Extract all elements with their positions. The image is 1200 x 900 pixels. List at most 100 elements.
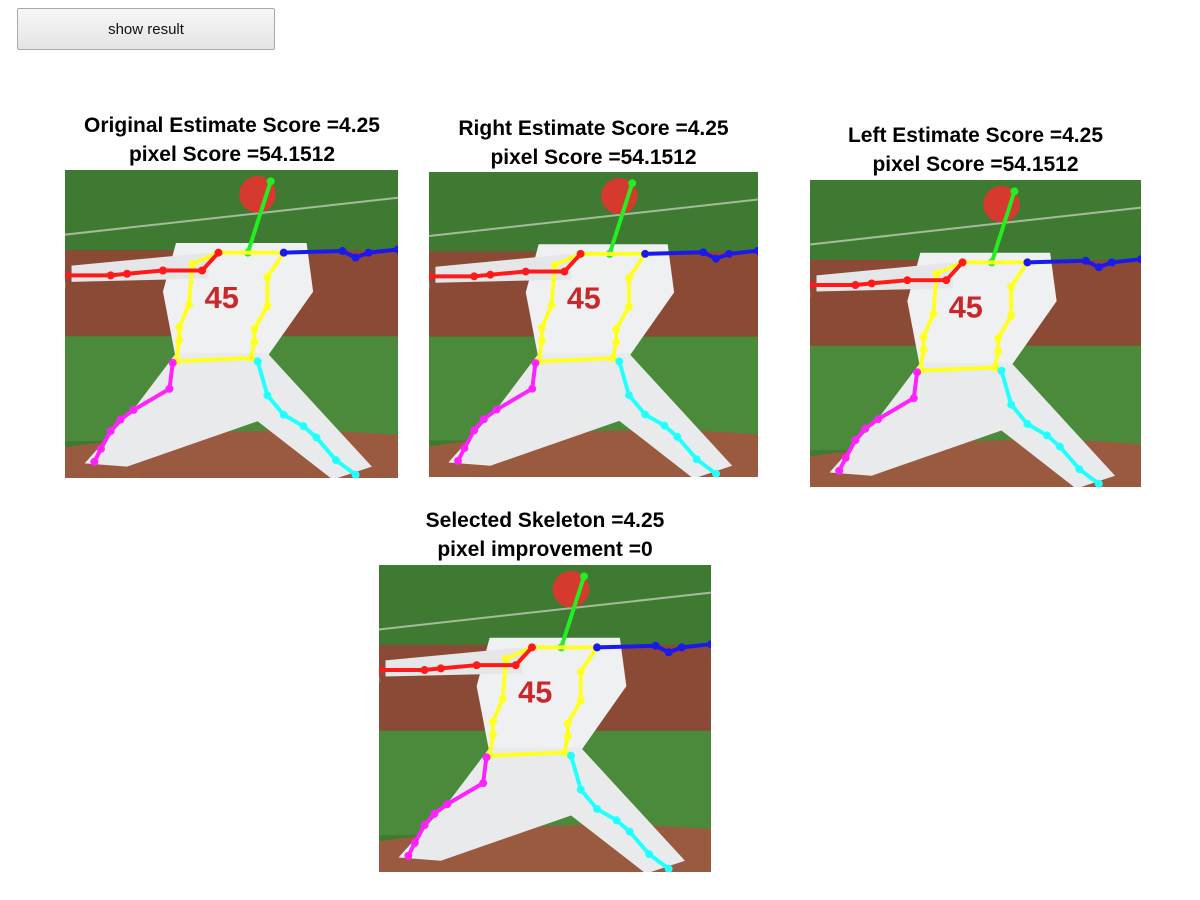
head-joint xyxy=(580,572,589,581)
right-leg-joint xyxy=(492,405,501,414)
left-leg-joint xyxy=(1042,431,1051,440)
pose-image-left: 45 xyxy=(810,180,1141,487)
torso-joint xyxy=(547,301,556,310)
left-arm-joint xyxy=(651,641,660,650)
torso-joint xyxy=(488,730,497,739)
torso-joint xyxy=(576,696,585,705)
left-leg-joint xyxy=(625,827,634,836)
right-arm-joint xyxy=(123,269,132,278)
torso-joint xyxy=(498,695,507,704)
left-arm-joint xyxy=(1023,258,1032,267)
torso-joint xyxy=(185,300,194,309)
torso-joint xyxy=(625,273,633,282)
left-arm-joint xyxy=(279,248,288,257)
panel-title-original: Original Estimate Score =4.25 pixel Scor… xyxy=(66,111,398,169)
torso-joint xyxy=(576,667,585,676)
right-leg-joint xyxy=(430,809,439,818)
right-leg-joint xyxy=(129,405,138,414)
panel-title-right: Right Estimate Score =4.25 pixel Score =… xyxy=(429,114,758,172)
right-leg-joint xyxy=(851,436,860,445)
right-leg-joint xyxy=(460,444,469,453)
right-leg-joint xyxy=(165,384,174,393)
torso-joint xyxy=(250,337,259,346)
left-arm-joint xyxy=(664,648,673,657)
torso-joint xyxy=(563,732,572,741)
right-arm-joint xyxy=(158,266,167,275)
right-leg-joint xyxy=(420,821,429,830)
left-leg-joint xyxy=(593,805,602,813)
torso-joint xyxy=(263,302,272,311)
left-leg-joint xyxy=(263,391,272,400)
jersey-number: 45 xyxy=(949,289,983,324)
torso-joint xyxy=(1007,311,1016,320)
right-arm-joint xyxy=(470,272,479,281)
torso-joint xyxy=(501,654,510,663)
right-leg-joint xyxy=(116,415,125,424)
torso-joint xyxy=(563,719,572,728)
left-arm-joint xyxy=(1081,256,1090,265)
right-leg-joint xyxy=(479,415,488,424)
right-pixel-score: pixel Score =54.1512 xyxy=(490,146,697,169)
jersey-number: 45 xyxy=(205,280,239,315)
torso-joint xyxy=(550,261,559,270)
head-joint xyxy=(628,179,637,188)
right-leg-joint xyxy=(874,415,883,424)
torso-joint xyxy=(612,325,621,334)
right-leg-joint xyxy=(528,384,537,393)
torso-joint xyxy=(932,269,941,278)
right-arm-joint xyxy=(486,270,495,279)
torso-joint xyxy=(175,323,184,332)
torso-joint xyxy=(919,332,928,341)
left-leg-joint xyxy=(660,421,669,430)
left-arm-joint xyxy=(725,249,733,258)
left-leg-joint xyxy=(997,366,1006,375)
left-arm-joint xyxy=(641,249,650,258)
torso-joint xyxy=(175,336,184,345)
figure-window: show result Original Estimate Score =4.2… xyxy=(0,0,1200,900)
right-leg-joint xyxy=(470,426,479,435)
panel-title-left: Left Estimate Score =4.25 pixel Score =5… xyxy=(810,121,1141,179)
selected-skeleton-score: Selected Skeleton =4.25 xyxy=(425,509,665,532)
left-leg-joint xyxy=(279,410,288,419)
right-leg-joint xyxy=(861,424,870,433)
right-arm-joint xyxy=(851,281,860,289)
panel-title-selected: Selected Skeleton =4.25 pixel improvemen… xyxy=(379,506,711,564)
left-leg-joint xyxy=(615,357,624,366)
right-leg-joint xyxy=(90,457,99,466)
left-leg-joint xyxy=(692,455,701,464)
torso-joint xyxy=(488,717,497,726)
torso-joint xyxy=(994,347,1003,356)
right-arm-joint xyxy=(420,666,429,675)
pose-svg: 45 xyxy=(379,565,711,872)
left-arm-joint xyxy=(712,254,721,263)
left-leg-joint xyxy=(612,816,621,825)
left-arm-joint xyxy=(593,643,602,652)
left-arm-joint xyxy=(1094,263,1103,272)
left-leg-joint xyxy=(1075,465,1084,474)
right-arm-joint xyxy=(958,258,967,267)
torso-joint xyxy=(625,302,633,311)
torso-joint xyxy=(994,334,1003,343)
torso-joint xyxy=(537,336,546,345)
right-estimate-score: Right Estimate Score =4.25 xyxy=(458,117,729,140)
pose-svg: 45 xyxy=(429,172,758,477)
right-leg-joint xyxy=(410,838,419,847)
show-result-button[interactable]: show result xyxy=(17,8,275,50)
left-arm-joint xyxy=(351,253,360,262)
left-leg-joint xyxy=(576,785,585,794)
left-leg-joint xyxy=(312,433,321,442)
left-leg-joint xyxy=(1023,420,1032,428)
right-leg-joint xyxy=(168,358,177,367)
original-pixel-score: pixel Score =54.1512 xyxy=(128,143,336,166)
right-leg-joint xyxy=(404,851,413,860)
right-leg-joint xyxy=(479,779,488,788)
left-arm-joint xyxy=(364,248,373,257)
head-joint xyxy=(266,177,275,186)
left-leg-joint xyxy=(625,391,633,400)
right-arm-joint xyxy=(521,267,530,276)
torso-joint xyxy=(250,324,259,333)
head-joint xyxy=(1010,187,1019,196)
original-estimate-score: Original Estimate Score =4.25 xyxy=(84,114,380,137)
torso-joint xyxy=(188,260,197,269)
torso-joint xyxy=(263,272,272,281)
